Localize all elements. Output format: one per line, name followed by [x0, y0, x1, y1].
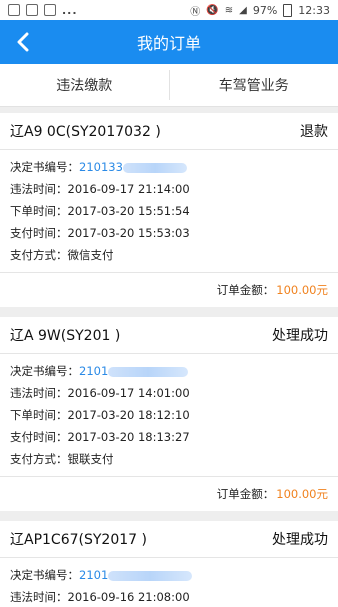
order-amount: 100.00元 — [276, 282, 328, 298]
order-status: 处理成功 — [272, 529, 328, 549]
decision-number-row: 决定书编号：2101 — [10, 564, 328, 586]
payment-method: 支付方式：微信支付 — [10, 244, 328, 266]
redacted-blur — [108, 571, 192, 581]
decision-number-row: 决定书编号：2101 — [10, 360, 328, 382]
payment-time: 支付时间：2017-03-20 15:53:03 — [10, 222, 328, 244]
order-header: 辽AP1C67(SY2017 ) 处理成功 — [0, 521, 338, 558]
order-time: 下单时间：2017-03-20 15:51:54 — [10, 200, 328, 222]
order-header: 辽A9 0C(SY2017032 ) 退款 — [0, 113, 338, 150]
order-card[interactable]: 辽A9 0C(SY2017032 ) 退款 决定书编号：210133 违法时间：… — [0, 113, 338, 307]
order-header: 辽A 9W(SY201 ) 处理成功 — [0, 317, 338, 354]
decision-number-row: 决定书编号：210133 — [10, 156, 328, 178]
title-bar: 我的订单 — [0, 20, 338, 64]
violation-time: 违法时间：2016-09-17 14:01:00 — [10, 382, 328, 404]
order-list[interactable]: 辽A9 0C(SY2017032 ) 退款 决定书编号：210133 违法时间：… — [0, 107, 338, 607]
redacted-blur — [123, 163, 187, 173]
order-footer: 订单金额：100.00元 — [0, 273, 338, 307]
mute-icon: 🔇 — [206, 5, 218, 16]
status-bar: ... Ⓝ 🔇 ≋ ◢ 97% 12:33 — [0, 0, 338, 20]
clock: 12:33 — [298, 4, 330, 17]
decision-number-link[interactable]: 2101 — [79, 364, 108, 378]
violation-time: 违法时间：2016-09-16 21:08:00 — [10, 586, 328, 607]
order-details: 决定书编号：2101 违法时间：2016-09-17 14:01:00 下单时间… — [0, 354, 338, 477]
back-button[interactable] — [6, 20, 40, 64]
order-amount: 100.00元 — [276, 486, 328, 502]
chevron-left-icon — [16, 32, 30, 52]
battery-icon — [283, 4, 292, 17]
violation-time: 违法时间：2016-09-17 21:14:00 — [10, 178, 328, 200]
signal-icon: ◢ — [239, 5, 247, 16]
order-details: 决定书编号：210133 违法时间：2016-09-17 21:14:00 下单… — [0, 150, 338, 273]
tab-violation-payment[interactable]: 违法缴款 — [0, 64, 169, 106]
order-status: 退款 — [300, 121, 328, 141]
tab-bar: 违法缴款 车驾管业务 — [0, 64, 338, 107]
order-card[interactable]: 辽A 9W(SY201 ) 处理成功 决定书编号：2101 违法时间：2016-… — [0, 317, 338, 511]
decision-number-link[interactable]: 2101 — [79, 568, 108, 582]
amount-label: 订单金额： — [217, 486, 275, 502]
battery-percent: 97% — [253, 4, 277, 17]
decision-number-label: 决定书编号： — [10, 160, 79, 174]
payment-method: 支付方式：银联支付 — [10, 448, 328, 470]
decision-number-link[interactable]: 210133 — [79, 160, 123, 174]
message-icon — [26, 4, 38, 16]
order-card[interactable]: 辽AP1C67(SY2017 ) 处理成功 决定书编号：2101 违法时间：20… — [0, 521, 338, 607]
redacted-blur — [108, 367, 188, 377]
wifi-icon: ≋ — [225, 5, 233, 16]
status-notifications: ... — [8, 4, 78, 17]
gallery-icon — [8, 4, 20, 16]
decision-number-label: 决定书编号： — [10, 568, 79, 582]
chat-icon — [44, 4, 56, 16]
order-time: 下单时间：2017-03-20 18:12:10 — [10, 404, 328, 426]
order-plate: 辽A 9W(SY201 ) — [10, 325, 120, 345]
nfc-icon: Ⓝ — [190, 3, 200, 18]
tab-vehicle-license-service[interactable]: 车驾管业务 — [170, 64, 338, 106]
decision-number-label: 决定书编号： — [10, 364, 79, 378]
page-title: 我的订单 — [137, 30, 201, 54]
status-system: Ⓝ 🔇 ≋ ◢ 97% 12:33 — [190, 3, 330, 18]
more-notifications: ... — [62, 4, 78, 17]
payment-time: 支付时间：2017-03-20 18:13:27 — [10, 426, 328, 448]
amount-label: 订单金额： — [217, 282, 275, 298]
order-plate: 辽AP1C67(SY2017 ) — [10, 529, 147, 549]
order-status: 处理成功 — [272, 325, 328, 345]
order-plate: 辽A9 0C(SY2017032 ) — [10, 121, 161, 141]
order-footer: 订单金额：100.00元 — [0, 477, 338, 511]
